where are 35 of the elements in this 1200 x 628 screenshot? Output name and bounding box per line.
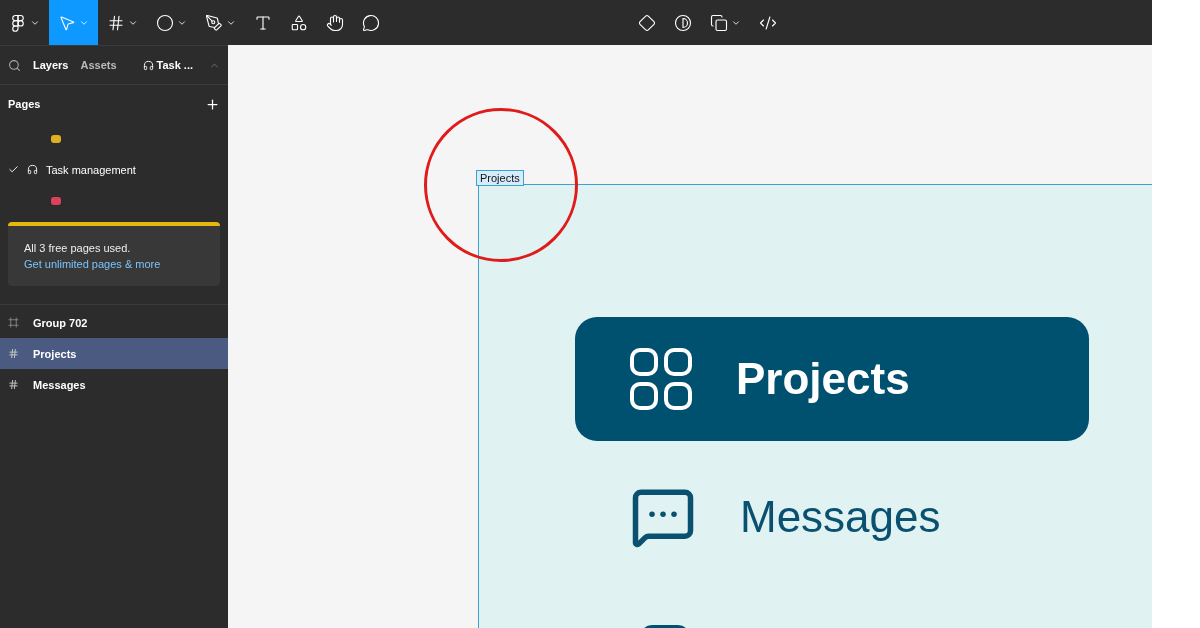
- comment-icon: [362, 13, 380, 32]
- page-item[interactable]: Task management: [0, 154, 228, 185]
- frame-icon: [107, 13, 125, 32]
- hand-icon: [326, 13, 344, 32]
- panel-tab[interactable]: Layers: [33, 59, 69, 71]
- file-name-button[interactable]: Task ...: [142, 59, 194, 71]
- headphones-icon: [27, 164, 38, 175]
- text-icon: [254, 13, 272, 32]
- search-icon[interactable]: [8, 58, 21, 72]
- grid-icon: [630, 348, 692, 410]
- headphones-icon: [142, 59, 154, 71]
- shape-icon: [156, 13, 174, 32]
- nav-item[interactable]: Messages: [575, 455, 1089, 579]
- layer-item[interactable]: Group 702: [0, 307, 228, 338]
- upgrade-link[interactable]: Get unlimited pages & more: [24, 258, 161, 270]
- hash-icon: [8, 379, 19, 390]
- move-icon: [58, 13, 76, 32]
- resources-icon: [290, 13, 308, 32]
- layer-item[interactable]: Messages: [0, 369, 228, 400]
- panel-tab[interactable]: Assets: [80, 59, 117, 71]
- nav-item[interactable]: Projects: [575, 317, 1089, 441]
- layer-item[interactable]: Projects: [0, 338, 228, 369]
- check-icon: [8, 164, 19, 175]
- dashed-square-icon: [8, 317, 19, 328]
- devmode-icon: [759, 13, 777, 32]
- pen-icon: [205, 13, 223, 32]
- contrast-icon: [674, 13, 692, 32]
- logo-icon: [9, 13, 27, 32]
- add-icon[interactable]: [205, 96, 220, 112]
- component-icon: [638, 13, 656, 32]
- pages-title: Pages: [8, 98, 42, 110]
- frame-label[interactable]: Projects: [476, 170, 524, 186]
- hash-icon: [8, 348, 19, 359]
- boolean-icon: [710, 13, 728, 32]
- notice-text: All 3 free pages used.: [24, 241, 132, 256]
